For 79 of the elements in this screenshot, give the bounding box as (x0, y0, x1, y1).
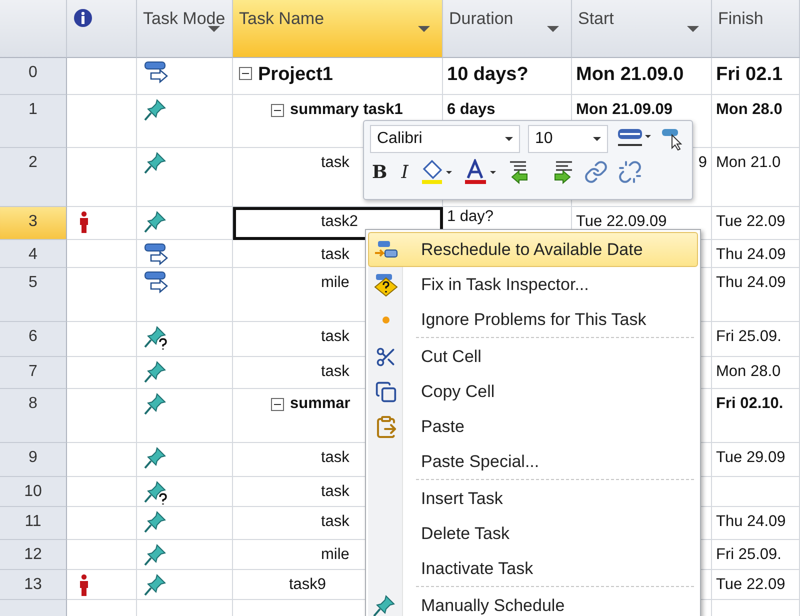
finish-cell: Fri 02.10. (712, 389, 800, 443)
finish-cell: Fri 25.09. (712, 540, 800, 570)
pointer-icon[interactable] (660, 127, 684, 151)
column-header[interactable] (67, 0, 137, 58)
dropdown-caret-icon[interactable] (418, 26, 430, 32)
empty-row-header (0, 600, 67, 616)
finish-cell: Thu 24.09 (712, 240, 800, 268)
row-number[interactable]: 6 (0, 322, 67, 357)
warning-question-icon (373, 272, 399, 296)
dropdown-caret-icon[interactable] (208, 26, 220, 32)
dropdown-caret-icon[interactable] (687, 26, 699, 32)
row-number[interactable]: 5 (0, 268, 67, 322)
clipboard-icon (374, 414, 398, 438)
info-icon (73, 8, 93, 28)
task-name: summary task1 (290, 101, 403, 119)
row-number[interactable]: 8 (0, 389, 67, 443)
finish-cell: Thu 24.09 (712, 268, 800, 322)
fill-color-icon[interactable] (420, 159, 454, 185)
task-name: task9 (289, 576, 326, 594)
task-name: summar (290, 395, 350, 413)
task-name: task (321, 449, 350, 467)
scissors-icon (375, 346, 397, 368)
finish-cell: Mon 28.0 (712, 357, 800, 389)
font-color-icon[interactable] (464, 159, 498, 185)
task-name: task (321, 363, 350, 381)
link-icon[interactable] (584, 160, 608, 184)
column-header[interactable]: Finish (712, 0, 800, 58)
font-field[interactable]: Calibri (370, 125, 520, 153)
start-cell: Mon 21.09.0 (572, 58, 712, 95)
task-name: task2 (321, 213, 358, 231)
finish-cell: Tue 29.09 (712, 443, 800, 477)
task-name: task (321, 513, 350, 531)
duration-cell: 10 days? (443, 58, 572, 95)
bold-button[interactable]: B (370, 162, 390, 182)
row-number[interactable]: 2 (0, 148, 67, 207)
finish-cell: Mon 28.0 (712, 95, 800, 148)
finish-cell: Mon 21.0 (712, 148, 800, 207)
collapse-icon[interactable] (239, 67, 252, 80)
dropdown-caret-icon[interactable] (547, 26, 559, 32)
finish-cell: Fri 02.1 (712, 58, 800, 95)
task-name: Project1 (258, 64, 333, 86)
column-header[interactable]: Duration (443, 0, 572, 58)
row-number[interactable]: 1 (0, 95, 67, 148)
row-number[interactable]: 9 (0, 443, 67, 477)
unlink-icon[interactable] (618, 160, 642, 184)
task-name: mile (321, 274, 350, 292)
finish-cell: Fri 25.09. (712, 322, 800, 357)
column-header[interactable]: Task Name (233, 0, 443, 58)
task-name: task (321, 483, 350, 501)
collapse-icon[interactable] (271, 398, 284, 411)
font-size-field[interactable]: 10 (528, 125, 608, 153)
person-icon (79, 211, 89, 233)
row-number[interactable]: 3 (0, 207, 67, 240)
task-name-cell[interactable]: task2 (233, 207, 443, 240)
finish-cell: Thu 24.09 (712, 507, 800, 540)
row-number[interactable]: 7 (0, 357, 67, 389)
row-number[interactable]: 13 (0, 570, 67, 600)
task-name: task (321, 246, 350, 264)
row-number[interactable]: 10 (0, 477, 67, 507)
finish-cell: Tue 22.09 (712, 207, 800, 240)
italic-button[interactable]: I (399, 162, 410, 182)
row-number[interactable]: 12 (0, 540, 67, 570)
menu-item[interactable]: Reschedule to Available Date (368, 232, 698, 267)
task-name: task (321, 154, 350, 172)
row-number[interactable]: 4 (0, 240, 67, 268)
dot-icon (382, 316, 390, 324)
task-name: task (321, 328, 350, 346)
reschedule-icon (374, 238, 398, 260)
row-number[interactable]: 0 (0, 58, 67, 95)
copy-icon (375, 380, 397, 402)
person-icon (79, 574, 89, 596)
collapse-icon[interactable] (271, 104, 284, 117)
task-name-cell[interactable]: Project1 (233, 58, 443, 95)
finish-cell: Tue 22.09 (712, 570, 800, 600)
task-name: mile (321, 546, 350, 564)
row-number[interactable]: 11 (0, 507, 67, 540)
column-header[interactable]: Task Mode (137, 0, 233, 58)
column-header[interactable]: Start (572, 0, 712, 58)
corner-header (0, 0, 67, 58)
